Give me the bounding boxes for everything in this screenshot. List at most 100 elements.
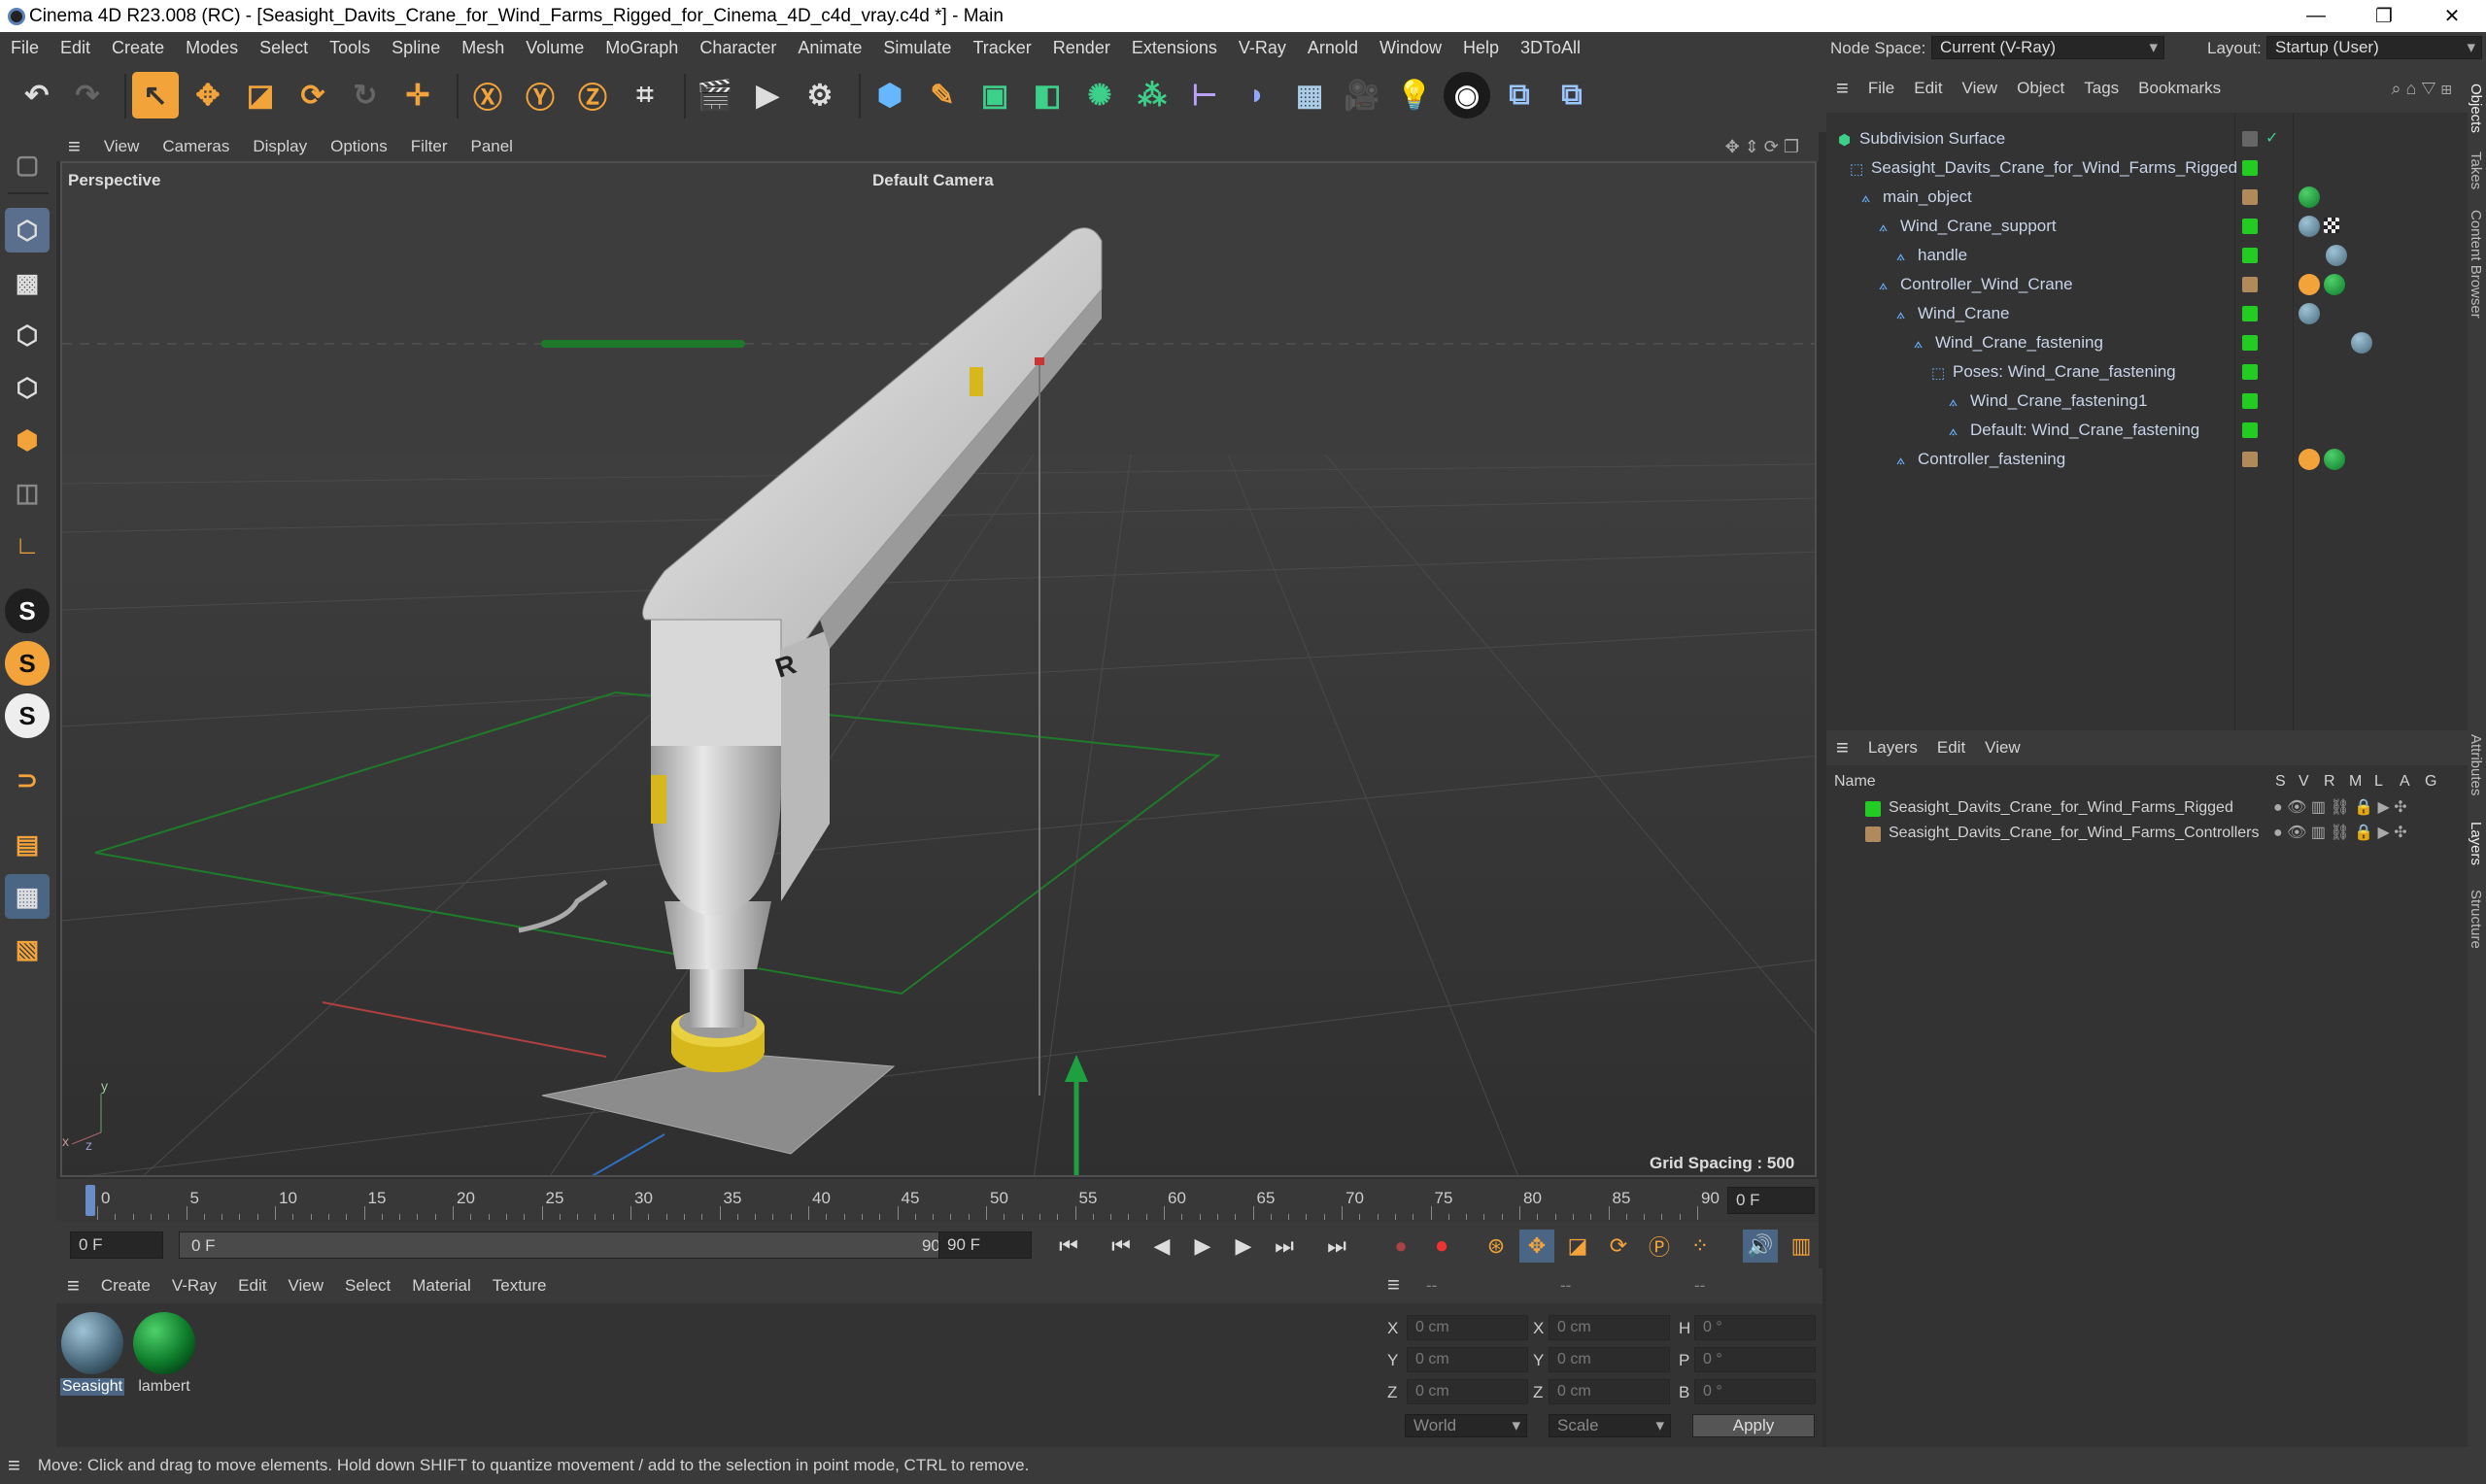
- 3d-viewport[interactable]: R y x z Perspective Default Camera Grid …: [60, 161, 1817, 1177]
- goto-start-icon[interactable]: ⏮: [1051, 1230, 1086, 1263]
- object-row[interactable]: ⟑ Controller_Wind_Crane: [1826, 270, 2468, 299]
- render-region-icon[interactable]: 🎬: [692, 72, 738, 118]
- pos-y-field[interactable]: 0 cm: [1407, 1347, 1528, 1372]
- layer-swatch[interactable]: [2242, 160, 2258, 176]
- menu-tools[interactable]: Tools: [319, 38, 381, 58]
- move-tool-icon[interactable]: ✥: [185, 72, 231, 118]
- pos-z-field[interactable]: 0 cm: [1407, 1379, 1528, 1404]
- goto-end-icon[interactable]: ⏭: [1319, 1230, 1354, 1263]
- material-tag-icon[interactable]: [2299, 186, 2320, 208]
- field-icon[interactable]: ◗: [1234, 72, 1280, 118]
- menu-extensions[interactable]: Extensions: [1121, 38, 1228, 58]
- auto-key-icon[interactable]: ⏺: [1424, 1230, 1459, 1263]
- render-settings-icon[interactable]: ⚙: [797, 72, 843, 118]
- material-tag-icon[interactable]: [2351, 332, 2372, 354]
- menu-mograph[interactable]: MoGraph: [595, 38, 689, 58]
- deformer-icon[interactable]: ⊢: [1181, 72, 1228, 118]
- start-frame-field[interactable]: 0 F: [70, 1231, 163, 1259]
- texture-mode-icon[interactable]: ▩: [5, 260, 50, 305]
- constraint-tag-icon[interactable]: [2299, 449, 2320, 470]
- object-row[interactable]: ⟑ Wind_Crane: [1826, 299, 2468, 328]
- tab-takes[interactable]: Takes: [2468, 152, 2484, 189]
- obj-menu-object[interactable]: Object: [2007, 79, 2074, 98]
- coordinate-system-icon[interactable]: ⌗: [622, 72, 668, 118]
- vp-menu-display[interactable]: Display: [241, 137, 319, 156]
- uv-mode-icon[interactable]: ◫: [5, 470, 50, 515]
- tab-structure[interactable]: Structure: [2468, 890, 2484, 949]
- menu-vray[interactable]: V-Ray: [1228, 38, 1297, 58]
- material-tag-icon[interactable]: [2324, 449, 2345, 470]
- layer-swatch[interactable]: [2242, 248, 2258, 263]
- layer-swatch[interactable]: [2242, 335, 2258, 351]
- prev-key-icon[interactable]: ⏮: [1104, 1230, 1139, 1263]
- cloner-icon[interactable]: ✺: [1076, 72, 1123, 118]
- light-icon[interactable]: 💡: [1391, 72, 1438, 118]
- x-axis-lock-icon[interactable]: Ⓧ: [464, 72, 511, 118]
- menu-window[interactable]: Window: [1369, 38, 1452, 58]
- menu-render[interactable]: Render: [1042, 38, 1121, 58]
- menu-modes[interactable]: Modes: [175, 38, 249, 58]
- sound-icon[interactable]: 🔊: [1743, 1230, 1778, 1263]
- extrude-icon[interactable]: ◧: [1024, 72, 1071, 118]
- obj-menu-bookmarks[interactable]: Bookmarks: [2128, 79, 2231, 98]
- object-row[interactable]: ⬚ Seasight_Davits_Crane_for_Wind_Farms_Ri…: [1826, 153, 2468, 183]
- rotate-tool-icon[interactable]: ⟳: [289, 72, 336, 118]
- menu-volume[interactable]: Volume: [515, 38, 595, 58]
- layer-swatch[interactable]: [2242, 364, 2258, 380]
- redo-icon[interactable]: ↷: [64, 72, 111, 118]
- mat-menu-vray[interactable]: V-Ray: [161, 1276, 227, 1296]
- scale-tool-icon[interactable]: ◪: [237, 72, 284, 118]
- node-space-select[interactable]: Current (V-Ray): [1931, 36, 2164, 59]
- object-search-filter-icons[interactable]: ⌕ ⌂ ▽ ⊞: [2381, 79, 2462, 99]
- tab-layers[interactable]: Layers: [2468, 822, 2484, 865]
- obj-menu-edit[interactable]: Edit: [1904, 79, 1952, 98]
- play-icon[interactable]: ▶: [1185, 1230, 1220, 1263]
- menu-create[interactable]: Create: [101, 38, 175, 58]
- object-row[interactable]: ⟑ Default: Wind_Crane_fastening: [1826, 416, 2468, 445]
- layout-select[interactable]: Startup (User): [2266, 36, 2482, 59]
- key-scale-icon[interactable]: ◪: [1560, 1230, 1595, 1263]
- layer-swatch[interactable]: [2242, 131, 2258, 147]
- select-tool-icon[interactable]: ↖: [132, 72, 179, 118]
- y-axis-lock-icon[interactable]: Ⓨ: [517, 72, 563, 118]
- menu-animate[interactable]: Animate: [787, 38, 872, 58]
- layer-swatch[interactable]: [2242, 393, 2258, 409]
- keyframe-selection-icon[interactable]: ⊛: [1479, 1230, 1514, 1263]
- layer-swatch[interactable]: [2242, 277, 2258, 292]
- layer-swatch[interactable]: [2242, 452, 2258, 467]
- material-tag-icon[interactable]: [2324, 274, 2345, 295]
- obj-menu-view[interactable]: View: [1953, 79, 2008, 98]
- layer-menu-edit[interactable]: Edit: [1927, 738, 1975, 758]
- material-tag-icon[interactable]: [2299, 303, 2320, 324]
- constraint-tag-icon[interactable]: [2299, 274, 2320, 295]
- mat-menu-material[interactable]: Material: [401, 1276, 481, 1296]
- size-y-field[interactable]: 0 cm: [1549, 1347, 1670, 1372]
- size-x-field[interactable]: 0 cm: [1549, 1315, 1670, 1340]
- menu-simulate[interactable]: Simulate: [872, 38, 962, 58]
- make-editable-icon[interactable]: ▢: [5, 142, 50, 186]
- timeline-ruler[interactable]: 0 5 10 15 20 25 30 35 40 45 50 55 60 65 70 75 80 85 90 0 F: [56, 1179, 1819, 1222]
- menu-file[interactable]: File: [0, 38, 50, 58]
- vp-menu-options[interactable]: Options: [319, 137, 399, 156]
- key-position-icon[interactable]: ✥: [1519, 1230, 1554, 1263]
- menu-character[interactable]: Character: [689, 38, 787, 58]
- object-row[interactable]: ⟑ Wind_Crane_support: [1826, 212, 2468, 241]
- layer-flag-icons[interactable]: ● 👁 ▥ ⛓ 🔒 ▶ ✣: [2273, 797, 2407, 817]
- mat-menu-view[interactable]: View: [277, 1276, 334, 1296]
- vp-menu-panel[interactable]: Panel: [459, 137, 524, 156]
- menu-spline[interactable]: Spline: [381, 38, 451, 58]
- layer-name[interactable]: Seasight_Davits_Crane_for_Wind_Farms_Rig…: [1889, 799, 2233, 817]
- pos-x-field[interactable]: 0 cm: [1407, 1315, 1528, 1340]
- current-frame-field[interactable]: 0 F: [1727, 1187, 1815, 1214]
- cube-icon[interactable]: ⬢: [867, 72, 913, 118]
- mat-menu-create[interactable]: Create: [90, 1276, 161, 1296]
- prev-frame-icon[interactable]: ◀: [1144, 1230, 1179, 1263]
- record-icon[interactable]: ●: [1383, 1230, 1418, 1263]
- coord-system-select[interactable]: World: [1405, 1414, 1527, 1437]
- vp-menu-view[interactable]: View: [92, 137, 152, 156]
- layer-hamburger-icon[interactable]: ≡: [1826, 735, 1858, 760]
- menu-edit[interactable]: Edit: [50, 38, 101, 58]
- key-pla-icon[interactable]: ⁘: [1683, 1230, 1718, 1263]
- vp-menu-filter[interactable]: Filter: [399, 137, 460, 156]
- object-row[interactable]: ⟑ Wind_Crane_fastening1: [1826, 387, 2468, 416]
